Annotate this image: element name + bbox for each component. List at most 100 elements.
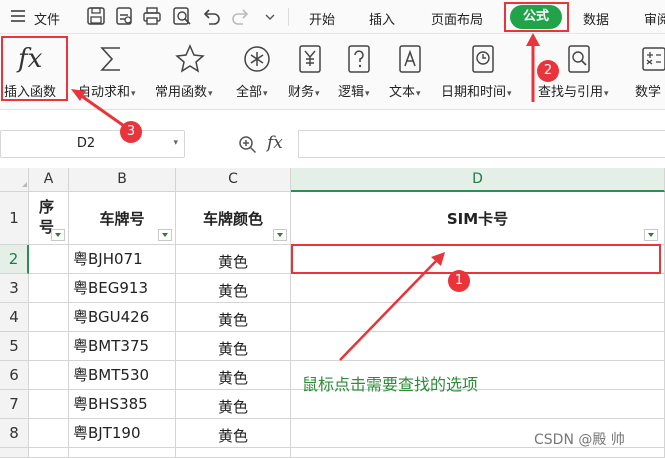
filter-dropdown-icon[interactable] [158, 229, 172, 241]
star-icon[interactable] [175, 44, 205, 74]
cell-c6[interactable]: 黄色 [176, 361, 291, 390]
cell-a9[interactable] [29, 448, 69, 458]
chevron-down-icon[interactable] [263, 9, 277, 23]
cell-d3[interactable] [291, 274, 665, 303]
row-header-4[interactable]: 4 [0, 303, 29, 332]
chevron-down-icon[interactable]: ▾ [173, 138, 178, 148]
column-header-a[interactable]: A [29, 168, 69, 192]
step-badge-3: 3 [120, 121, 142, 143]
row-header-5[interactable]: 5 [0, 332, 29, 361]
cell-a5[interactable] [29, 332, 69, 361]
undo-icon[interactable] [201, 6, 221, 26]
cell-c5[interactable]: 黄色 [176, 332, 291, 361]
cell-c7[interactable]: 黄色 [176, 390, 291, 419]
cell-a8[interactable] [29, 419, 69, 448]
cell-b2[interactable]: 粤BJH071 [69, 245, 176, 274]
cell-b3[interactable]: 粤BEG913 [69, 274, 176, 303]
row-header-1[interactable]: 1 [0, 192, 29, 245]
filter-dropdown-icon[interactable] [644, 229, 658, 241]
lookup-reference-button[interactable]: 查找与引用▾ [538, 81, 609, 100]
tab-home[interactable]: 开始 [309, 9, 335, 28]
save-icon[interactable] [86, 6, 106, 26]
column-header-d[interactable]: D [291, 168, 665, 192]
export-pdf-icon[interactable] [114, 6, 134, 26]
redo-icon[interactable] [231, 6, 251, 26]
cell-b9[interactable] [69, 448, 176, 458]
formula-bar: D2 ▾ fx [0, 110, 665, 168]
cell-d5[interactable] [291, 332, 665, 361]
row-header-3[interactable]: 3 [0, 274, 29, 303]
text-button[interactable]: 文本▾ [389, 81, 421, 100]
a-book-icon[interactable] [395, 44, 425, 74]
finance-button[interactable]: 财务▾ [288, 81, 320, 100]
watermark: CSDN @殿 帅 [534, 432, 625, 448]
cell-b8[interactable]: 粤BJT190 [69, 419, 176, 448]
tab-review[interactable]: 审阅 [644, 9, 665, 28]
tab-page-layout[interactable]: 页面布局 [431, 9, 483, 28]
header-cell-sequence[interactable]: 序号 [29, 192, 69, 245]
cell-a3[interactable] [29, 274, 69, 303]
cell-d4[interactable] [291, 303, 665, 332]
cell-c2[interactable]: 黄色 [176, 245, 291, 274]
cell-b4[interactable]: 粤BGU426 [69, 303, 176, 332]
filter-dropdown-icon[interactable] [273, 229, 287, 241]
print-preview-icon[interactable] [172, 6, 192, 26]
cell-b7[interactable]: 粤BHS385 [69, 390, 176, 419]
cell-a2[interactable] [29, 245, 69, 274]
tab-data[interactable]: 数据 [583, 9, 609, 28]
common-functions-button[interactable]: 常用函数▾ [155, 81, 213, 100]
filter-dropdown-icon[interactable] [51, 229, 65, 241]
highlight-insert-function [1, 36, 68, 101]
magnifier-book-icon[interactable] [564, 44, 594, 74]
row-header-6[interactable]: 6 [0, 361, 29, 390]
formula-input[interactable] [298, 130, 665, 158]
cell-c3[interactable]: 黄色 [176, 274, 291, 303]
cell-c9[interactable] [176, 448, 291, 458]
row-header-8[interactable]: 8 [0, 419, 29, 448]
menu-divider [288, 8, 289, 26]
ribbon: fx 插入函数 自动求和▾ 常用函数▾ 全部▾ 财务▾ 逻辑▾ 文本▾ 日期和时… [0, 34, 665, 110]
logic-button[interactable]: 逻辑▾ [338, 81, 370, 100]
yen-book-icon[interactable] [295, 44, 325, 74]
header-cell-sim[interactable]: SIM卡号 [291, 192, 665, 245]
row-header-9[interactable] [0, 448, 29, 458]
asterisk-icon[interactable] [242, 44, 272, 74]
zoom-search-icon[interactable] [238, 135, 258, 155]
print-icon[interactable] [142, 6, 162, 26]
name-box[interactable]: D2 ▾ [0, 130, 185, 158]
math-icon[interactable] [639, 44, 665, 74]
tab-insert[interactable]: 插入 [369, 9, 395, 28]
cell-d9[interactable] [291, 448, 665, 458]
column-header-b[interactable]: B [69, 168, 176, 192]
header-cell-plate[interactable]: 车牌号 [69, 192, 176, 245]
header-label-sim: SIM卡号 [446, 210, 509, 228]
autosum-button[interactable]: 自动求和▾ [78, 81, 136, 100]
header-cell-plate-color[interactable]: 车牌颜色 [176, 192, 291, 245]
cell-a4[interactable] [29, 303, 69, 332]
column-header-c[interactable]: C [176, 168, 291, 192]
all-functions-button[interactable]: 全部▾ [236, 81, 268, 100]
sigma-icon[interactable] [96, 44, 126, 74]
cell-b5[interactable]: 粤BMT375 [69, 332, 176, 361]
row-header-7[interactable]: 7 [0, 390, 29, 419]
spreadsheet-grid: A B C D 1 2 3 4 5 6 7 8 序号 车牌号 车牌颜色 SIM卡… [0, 168, 665, 458]
date-time-button[interactable]: 日期和时间▾ [441, 81, 512, 100]
cell-c8[interactable]: 黄色 [176, 419, 291, 448]
fx-formula-icon[interactable]: fx [267, 133, 283, 153]
instruction-note: 鼠标点击需要查找的选项 [302, 375, 479, 394]
cell-a7[interactable] [29, 390, 69, 419]
cell-a6[interactable] [29, 361, 69, 390]
cell-c4[interactable]: 黄色 [176, 303, 291, 332]
select-all-corner[interactable] [0, 168, 29, 192]
step-badge-1: 1 [448, 270, 470, 292]
question-book-icon[interactable] [344, 44, 374, 74]
highlight-formulas-tab [504, 2, 569, 32]
math-button[interactable]: 数学 [635, 81, 661, 100]
step-badge-2: 2 [537, 60, 559, 82]
file-menu[interactable]: 文件 [34, 9, 60, 28]
header-label-plate: 车牌号 [99, 210, 145, 228]
row-header-2[interactable]: 2 [0, 245, 29, 274]
hamburger-icon[interactable] [10, 8, 26, 24]
clock-book-icon[interactable] [468, 44, 498, 74]
cell-b6[interactable]: 粤BMT530 [69, 361, 176, 390]
